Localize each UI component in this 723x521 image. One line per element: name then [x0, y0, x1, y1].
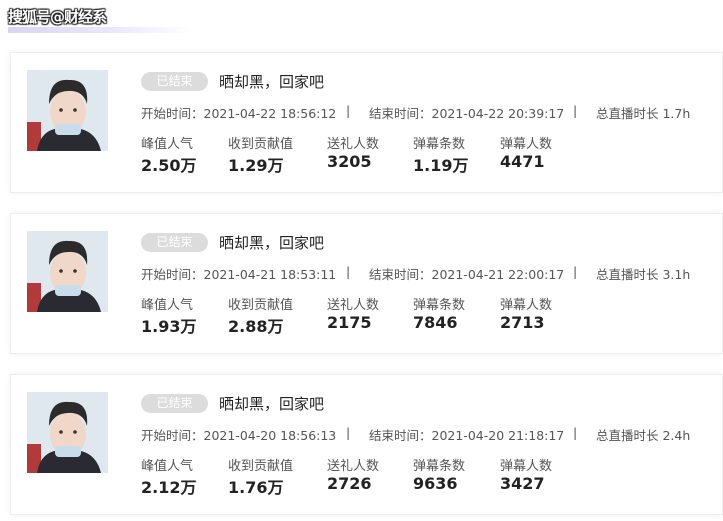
stat-label-contribution: 收到贡献值	[228, 298, 294, 313]
total-duration: 总直播时长 2.4h	[596, 428, 691, 443]
separator: |	[346, 103, 351, 118]
stat-value-danmaku-count: 1.19万	[413, 156, 469, 175]
stat-label-gifters: 送礼人数	[327, 459, 380, 474]
separator: |	[346, 264, 351, 279]
header-accent-bar	[8, 27, 193, 33]
stream-card[interactable]: 已结束 晒却黑，回家吧 开始时间：2021-04-21 18:53:11 | 结…	[10, 213, 723, 354]
stat-label-danmaku-users: 弹幕人数	[500, 298, 553, 313]
stream-title[interactable]: 晒却黑，回家吧	[219, 232, 324, 253]
stat-label-peak: 峰值人气	[141, 298, 194, 313]
stat-value-peak: 2.50万	[141, 156, 197, 175]
total-duration: 总直播时长 3.1h	[596, 267, 691, 282]
stat-value-contribution: 1.76万	[228, 478, 284, 497]
avatar	[27, 392, 108, 473]
stat-value-peak: 1.93万	[141, 317, 197, 336]
stream-card[interactable]: 已结束 晒却黑，回家吧 开始时间：2021-04-20 18:56:13 | 结…	[10, 374, 723, 515]
status-badge: 已结束	[141, 394, 208, 413]
stat-label-gifters: 送礼人数	[327, 137, 380, 152]
start-time: 开始时间：2021-04-21 18:53:11	[141, 267, 337, 282]
stream-title[interactable]: 晒却黑，回家吧	[219, 393, 324, 414]
end-time: 结束时间：2021-04-21 22:00:17	[369, 267, 565, 282]
start-time: 开始时间：2021-04-20 18:56:13	[141, 428, 337, 443]
stat-value-danmaku-users: 4471	[500, 152, 545, 171]
stat-label-peak: 峰值人气	[141, 459, 194, 474]
stat-label-danmaku-count: 弹幕条数	[413, 459, 466, 474]
status-badge: 已结束	[141, 72, 208, 91]
avatar	[27, 70, 108, 151]
watermark: 搜狐号@财经系	[8, 8, 107, 26]
stat-value-gifters: 2726	[327, 474, 372, 493]
stat-value-contribution: 1.29万	[228, 156, 284, 175]
stat-value-danmaku-users: 2713	[500, 313, 545, 332]
stat-value-peak: 2.12万	[141, 478, 197, 497]
streamer-photo-icon	[27, 231, 108, 312]
streamer-photo-icon	[27, 70, 108, 151]
separator: |	[346, 425, 351, 440]
separator: |	[573, 264, 578, 279]
stat-label-danmaku-count: 弹幕条数	[413, 137, 466, 152]
stat-value-danmaku-count: 7846	[413, 313, 458, 332]
stat-label-danmaku-count: 弹幕条数	[413, 298, 466, 313]
status-badge: 已结束	[141, 233, 208, 252]
stat-value-gifters: 3205	[327, 152, 372, 171]
stat-value-danmaku-users: 3427	[500, 474, 545, 493]
separator: |	[573, 425, 578, 440]
end-time: 结束时间：2021-04-20 21:18:17	[369, 428, 565, 443]
stat-label-danmaku-users: 弹幕人数	[500, 137, 553, 152]
stat-label-contribution: 收到贡献值	[228, 459, 294, 474]
stat-value-gifters: 2175	[327, 313, 372, 332]
stream-card[interactable]: 已结束 晒却黑，回家吧 开始时间：2021-04-22 18:56:12 | 结…	[10, 52, 723, 193]
total-duration: 总直播时长 1.7h	[596, 106, 691, 121]
stat-value-contribution: 2.88万	[228, 317, 284, 336]
start-time: 开始时间：2021-04-22 18:56:12	[141, 106, 337, 121]
stat-value-danmaku-count: 9636	[413, 474, 458, 493]
stat-label-gifters: 送礼人数	[327, 298, 380, 313]
end-time: 结束时间：2021-04-22 20:39:17	[369, 106, 565, 121]
separator: |	[573, 103, 578, 118]
streamer-photo-icon	[27, 392, 108, 473]
stat-label-danmaku-users: 弹幕人数	[500, 459, 553, 474]
stat-label-peak: 峰值人气	[141, 137, 194, 152]
avatar	[27, 231, 108, 312]
stream-title[interactable]: 晒却黑，回家吧	[219, 71, 324, 92]
stat-label-contribution: 收到贡献值	[228, 137, 294, 152]
